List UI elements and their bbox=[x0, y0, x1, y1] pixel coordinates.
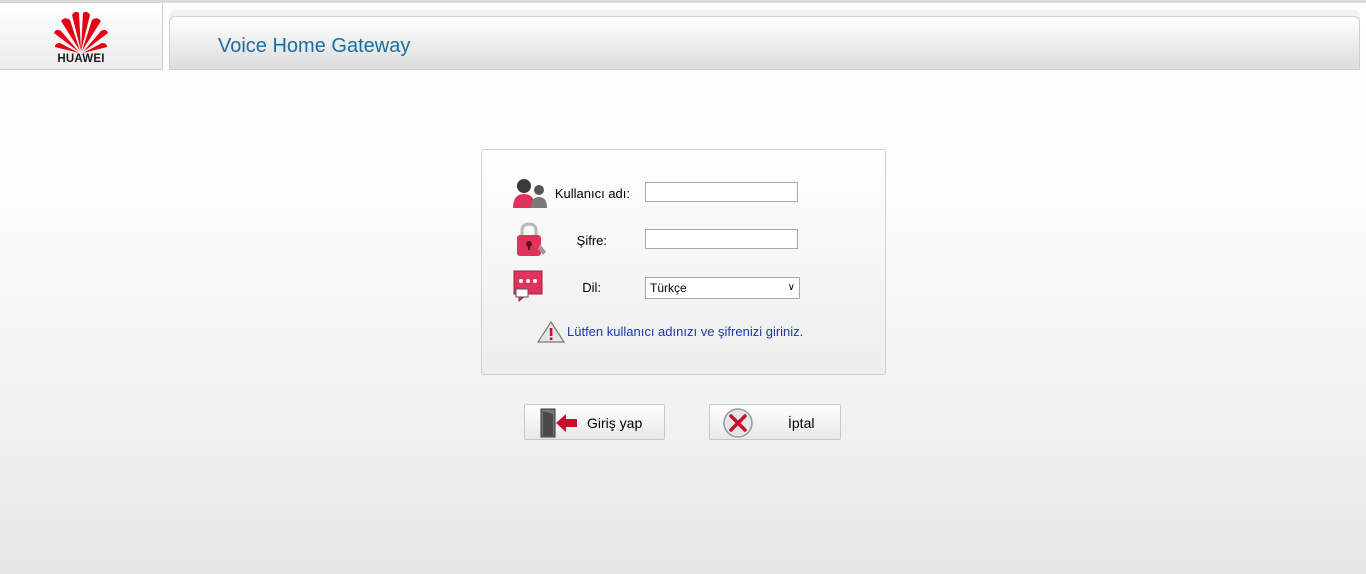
huawei-logo-icon bbox=[54, 11, 108, 53]
login-hint: Lütfen kullanıcı adınızı ve şifrenizi gi… bbox=[567, 324, 804, 339]
username-label: Kullanıcı adı: bbox=[554, 186, 630, 201]
user-icon bbox=[513, 179, 547, 208]
top-border bbox=[0, 0, 1366, 3]
language-select[interactable]: Türkçe ∨ bbox=[645, 277, 800, 299]
chat-bubble-icon bbox=[513, 270, 543, 303]
chevron-down-icon: ∨ bbox=[787, 282, 795, 293]
door-enter-icon bbox=[540, 408, 577, 438]
logo-area: HUAWEI bbox=[0, 3, 163, 70]
warning-icon bbox=[537, 321, 565, 343]
header-bar: Voice Home Gateway bbox=[169, 16, 1360, 70]
cancel-button[interactable]: İptal bbox=[709, 404, 841, 440]
language-label: Dil: bbox=[582, 280, 601, 295]
language-selected-value: Türkçe bbox=[650, 281, 687, 295]
login-button[interactable]: Giriş yap bbox=[524, 404, 665, 440]
lock-icon bbox=[517, 222, 546, 256]
page-title: Voice Home Gateway bbox=[218, 35, 411, 57]
username-input[interactable] bbox=[645, 182, 798, 202]
password-label: Şifre: bbox=[576, 233, 607, 248]
login-button-label: Giriş yap bbox=[587, 415, 643, 431]
cancel-button-label: İptal bbox=[788, 415, 815, 431]
close-circle-icon bbox=[723, 408, 753, 438]
logo-text: HUAWEI bbox=[57, 53, 105, 65]
password-input[interactable] bbox=[645, 229, 798, 249]
